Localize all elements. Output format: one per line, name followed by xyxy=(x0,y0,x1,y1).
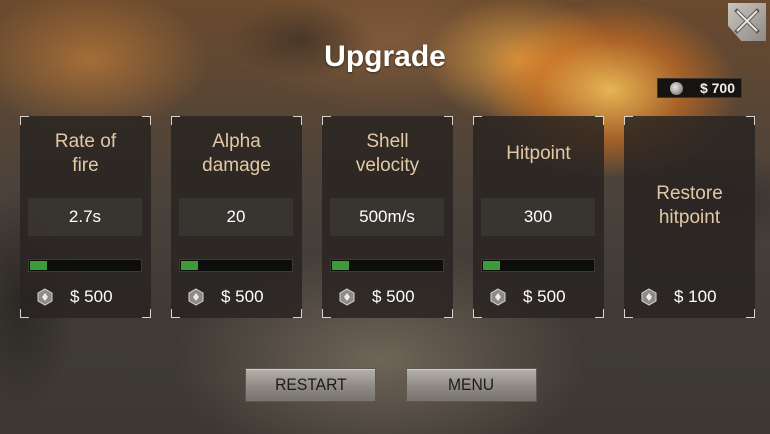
upgrade-name: Alpha damage xyxy=(202,131,271,176)
shield-badge-icon xyxy=(37,288,53,306)
page-title: Upgrade xyxy=(324,40,446,73)
upgrade-name: Hitpoint xyxy=(506,143,571,164)
upgrade-level-bar xyxy=(28,259,142,272)
restart-button[interactable]: RESTART xyxy=(245,368,376,402)
upgrade-name: Shell velocity xyxy=(355,131,420,176)
upgrade-value: 300 xyxy=(481,198,595,236)
shield-badge-icon xyxy=(188,288,204,306)
upgrade-price: $ 500 xyxy=(70,287,113,306)
shield-badge-icon xyxy=(641,288,657,306)
shield-badge-icon xyxy=(490,288,506,306)
upgrade-price: $ 100 xyxy=(674,287,717,306)
upgrade-level-bar xyxy=(179,259,293,272)
upgrade-card-restore-hitpoint[interactable]: Restore hitpoint $ 100 xyxy=(624,116,755,318)
upgrade-level-bar xyxy=(330,259,444,272)
restart-label: RESTART xyxy=(274,375,347,394)
upgrade-value: 500m/s xyxy=(330,198,444,236)
menu-label: MENU xyxy=(448,375,495,394)
money-display: $ 700 xyxy=(657,78,742,98)
upgrade-level-bar xyxy=(481,259,595,272)
upgrade-card-alpha-damage[interactable]: Alpha damage 20 $ 500 xyxy=(171,116,302,318)
close-icon xyxy=(734,8,760,34)
upgrade-price: $ 500 xyxy=(523,287,566,306)
upgrade-name: Rate of fire xyxy=(54,131,117,176)
upgrade-card-hitpoint[interactable]: Hitpoint 300 $ 500 xyxy=(473,116,604,318)
upgrade-value: 2.7s xyxy=(28,198,142,236)
upgrade-card-shell-velocity[interactable]: Shell velocity 500m/s $ 500 xyxy=(322,116,453,318)
money-amount: $ 700 xyxy=(699,80,735,96)
upgrade-price: $ 500 xyxy=(221,287,264,306)
upgrade-name: Restore hitpoint xyxy=(656,183,723,228)
upgrade-value: 20 xyxy=(179,198,293,236)
upgrade-card-rate-of-fire[interactable]: Rate of fire 2.7s $ 500 xyxy=(20,116,151,318)
upgrade-price: $ 500 xyxy=(372,287,415,306)
shield-badge-icon xyxy=(339,288,355,306)
coin-icon xyxy=(670,82,683,95)
menu-button[interactable]: MENU xyxy=(406,368,537,402)
